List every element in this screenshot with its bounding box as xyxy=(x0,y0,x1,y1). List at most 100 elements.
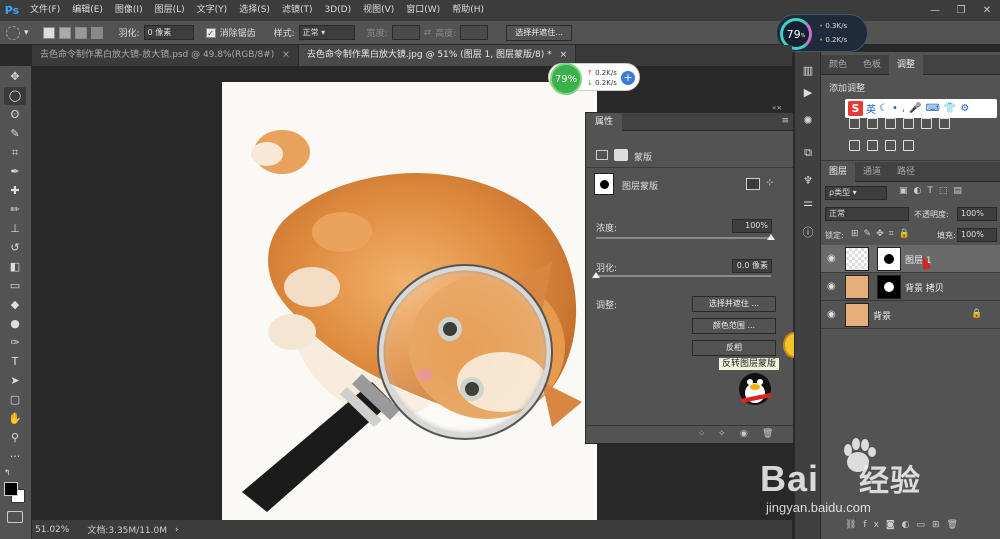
close-button[interactable]: ✕ xyxy=(974,0,1000,21)
tab-adjustments[interactable]: 调整 xyxy=(889,55,924,75)
tool-preset-chevron-icon[interactable]: ▾ xyxy=(24,28,29,38)
blur-tool-icon[interactable]: ◆ xyxy=(4,296,26,314)
tab-color[interactable]: 颜色 xyxy=(821,55,855,75)
panel-menu-icon[interactable]: ≡ xyxy=(781,116,789,126)
layer-mask-thumbnail[interactable] xyxy=(877,247,901,271)
apply-mask-footer-icon[interactable]: ✧ xyxy=(718,429,726,439)
plus-icon[interactable]: + xyxy=(621,71,635,85)
brush-panel-icon[interactable]: ♆ xyxy=(799,172,817,190)
visibility-eye-icon[interactable]: ◉ xyxy=(827,309,836,320)
tab-properties[interactable]: 属性 xyxy=(586,113,622,131)
adjust-panel-icon[interactable]: ⚌ xyxy=(799,194,817,212)
lasso-tool-icon[interactable]: ʘ xyxy=(4,106,26,124)
visibility-eye-icon[interactable]: ◉ xyxy=(827,281,836,292)
brush-tool-icon[interactable]: ✏ xyxy=(4,201,26,219)
character-panel-icon[interactable]: ⧉ xyxy=(799,144,817,162)
feather-slider[interactable] xyxy=(596,275,771,277)
subtract-selection-icon[interactable] xyxy=(74,26,87,39)
tab-layers[interactable]: 图层 xyxy=(821,162,856,182)
menu-file[interactable]: 文件(F) xyxy=(24,0,66,21)
layer-row-background[interactable]: ◉ 背景 🔒 xyxy=(821,301,1000,329)
pen-tool-icon[interactable]: ✑ xyxy=(4,334,26,352)
dodge-tool-icon[interactable]: ● xyxy=(4,315,26,333)
layer-kind-filter[interactable]: ρ类型 ▾ xyxy=(825,186,887,200)
menu-type[interactable]: 文字(Y) xyxy=(191,0,234,21)
history-panel-icon[interactable]: ▥ xyxy=(799,62,817,80)
swap-colors-icon[interactable]: ↰ xyxy=(4,468,11,477)
menu-layer[interactable]: 图层(L) xyxy=(149,0,191,21)
swap-icon[interactable]: ⇄ xyxy=(424,28,432,38)
intersect-selection-icon[interactable] xyxy=(90,26,103,39)
document-image[interactable] xyxy=(222,82,597,520)
tab-active-jpg[interactable]: 去色命令制作黑白放大镜.jpg @ 51% (图层 1, 图层蒙版/8) * × xyxy=(298,45,577,66)
crop-tool-icon[interactable]: ⌗ xyxy=(4,144,26,162)
exposure-adj-icon[interactable] xyxy=(903,118,914,129)
sogou-input-bar[interactable]: S 英 ☾•,🎤⌨👕⚙ xyxy=(845,99,997,118)
rectangle-tool-icon[interactable]: ▢ xyxy=(4,391,26,409)
vibrance-adj-icon[interactable] xyxy=(921,118,932,129)
posterize-adj-icon[interactable] xyxy=(849,140,860,151)
quick-mask-icon[interactable] xyxy=(7,511,23,523)
tab-close-icon[interactable]: × xyxy=(282,45,290,66)
selective-color-adj-icon[interactable] xyxy=(903,140,914,151)
menu-image[interactable]: 图像(I) xyxy=(109,0,149,21)
style-select[interactable]: 正常 ▾ xyxy=(298,25,355,40)
menu-help[interactable]: 帮助(H) xyxy=(446,0,490,21)
load-selection-icon[interactable]: ⁘ xyxy=(698,429,706,439)
gradient-tool-icon[interactable]: ▭ xyxy=(4,277,26,295)
menu-view[interactable]: 视图(V) xyxy=(357,0,400,21)
foreground-color-swatch[interactable] xyxy=(4,482,18,496)
opacity-input[interactable]: 100% xyxy=(957,207,997,221)
add-selection-icon[interactable] xyxy=(58,26,71,39)
info-panel-icon[interactable]: ⓘ xyxy=(799,224,817,242)
tab-paths[interactable]: 路径 xyxy=(889,162,923,182)
tab-channels[interactable]: 通道 xyxy=(855,162,889,182)
more-tools-icon[interactable]: ··· xyxy=(4,448,26,466)
hand-tool-icon[interactable]: ✋ xyxy=(4,410,26,428)
apply-mask-icon[interactable]: ⊹ xyxy=(766,178,774,188)
clone-stamp-tool-icon[interactable]: ⊥ xyxy=(4,220,26,238)
move-tool-icon[interactable]: ✥ xyxy=(4,68,26,86)
sogou-mode[interactable]: 英 xyxy=(866,101,876,116)
blend-mode-select[interactable]: 正常 xyxy=(825,207,909,221)
hue-adj-icon[interactable] xyxy=(939,118,950,129)
antialias-checkbox[interactable]: ✓ xyxy=(205,27,216,38)
menu-select[interactable]: 选择(S) xyxy=(233,0,276,21)
density-slider-handle[interactable] xyxy=(767,234,775,240)
minimize-button[interactable]: — xyxy=(922,0,948,21)
eyedropper-tool-icon[interactable]: ✒ xyxy=(4,163,26,181)
layer-row-layer1[interactable]: ◉ 图层 1 xyxy=(821,245,1000,273)
sogou-tool-icons[interactable]: ☾•,🎤⌨👕⚙ xyxy=(879,103,973,114)
zoom-level[interactable]: 51.02% xyxy=(35,525,69,535)
tab-swatches[interactable]: 色板 xyxy=(855,55,889,75)
new-selection-icon[interactable] xyxy=(42,26,55,39)
layer-mask-thumbnail[interactable] xyxy=(877,275,901,299)
quick-selection-tool-icon[interactable]: ✎ xyxy=(4,125,26,143)
elliptical-marquee-icon[interactable] xyxy=(6,25,20,40)
levels-adj-icon[interactable] xyxy=(867,118,878,129)
feather-input[interactable]: 0.0 像素 xyxy=(732,259,772,273)
select-and-mask-button[interactable]: 选择并遮住... xyxy=(506,24,572,41)
layer-filter-icons[interactable]: ▣◐T⬚▤ xyxy=(899,186,968,196)
menu-3d[interactable]: 3D(D) xyxy=(318,0,357,21)
color-range-button[interactable]: 颜色范围 ... xyxy=(692,318,776,334)
vector-mask-icon[interactable] xyxy=(614,149,628,161)
performance-widget-small[interactable]: 79% ↑ 0.2K/s ↓ 0.2K/s + xyxy=(548,63,640,95)
healing-brush-tool-icon[interactable]: ✚ xyxy=(4,182,26,200)
restore-button[interactable]: ❐ xyxy=(948,0,974,21)
brightness-adj-icon[interactable] xyxy=(849,118,860,129)
density-input[interactable]: 100% xyxy=(732,219,772,233)
visibility-eye-icon[interactable]: ◉ xyxy=(827,253,836,264)
select-and-mask-button[interactable]: 选择并遮住 ... xyxy=(692,296,776,312)
menu-edit[interactable]: 编辑(E) xyxy=(66,0,109,21)
fill-input[interactable]: 100% xyxy=(957,228,997,242)
eraser-tool-icon[interactable]: ◧ xyxy=(4,258,26,276)
toggle-mask-icon[interactable]: ◉ xyxy=(740,429,748,439)
invert-button[interactable]: 反相 xyxy=(692,340,776,356)
height-input[interactable] xyxy=(460,25,489,40)
elliptical-marquee-tool-icon[interactable]: ◯ xyxy=(4,87,26,105)
menu-window[interactable]: 窗口(W) xyxy=(400,0,446,21)
pixel-mask-icon[interactable] xyxy=(596,150,608,160)
feather-input[interactable]: 0 像素 xyxy=(143,25,194,40)
select-mask-icon[interactable] xyxy=(746,178,760,190)
